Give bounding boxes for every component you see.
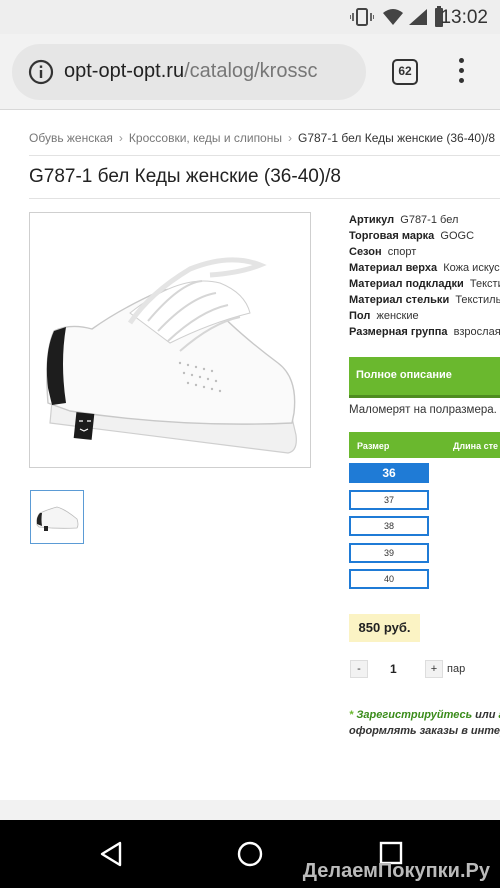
asterisk: * [349, 709, 354, 721]
size-table-header: Размер Длина сте [349, 432, 500, 458]
url-path: /catalog/krossc [184, 60, 318, 82]
breadcrumb-link[interactable]: Кроссовки, кеды и слипоны [129, 131, 282, 145]
breadcrumb-separator: › [118, 131, 123, 145]
breadcrumb: Обувь женская › Кроссовки, кеды и слипоны ›… [29, 131, 495, 145]
browser-toolbar: opt-opt-opt.ru/catalog/krossc 62 [0, 34, 500, 110]
spec-row: Пол женские [349, 308, 500, 324]
size-option[interactable]: 40 [349, 569, 429, 589]
register-or-text: или [475, 709, 496, 721]
breadcrumb-link[interactable]: Обувь женская [29, 131, 113, 145]
divider [29, 155, 500, 156]
full-description-button[interactable]: Полное описание [349, 357, 500, 395]
spec-value: GOGC [440, 230, 475, 242]
sneaker-image [46, 257, 297, 454]
register-link[interactable]: Зарегистрируйтесь [356, 709, 472, 721]
screen: 13:02 opt-opt-opt.ru/catalog/krossc 62 О… [0, 0, 500, 888]
spec-row: Материал стельки Текстиль [349, 292, 500, 308]
product-thumbnail[interactable] [30, 490, 84, 544]
price-badge: 850 руб. [349, 614, 420, 642]
url-domain: opt-opt-opt.ru [64, 60, 185, 82]
quantity-unit: пар [447, 663, 466, 675]
spec-value: Кожа искуссс [443, 262, 500, 274]
size-option[interactable]: 38 [349, 516, 429, 536]
page-title: G787-1 бел Кеды женские (36-40)/8 [29, 166, 341, 187]
spec-value: спорт [387, 246, 417, 258]
quantity-decrease-button[interactable]: - [350, 660, 368, 678]
wifi-icon [383, 9, 403, 25]
size-column-header: Размер [357, 441, 390, 451]
spec-row: Торговая марка GOGC [349, 228, 500, 244]
spec-label: Артикул [349, 214, 395, 226]
page-bottom-strip [0, 800, 500, 820]
spec-label: Пол [349, 310, 371, 322]
tab-switcher-button[interactable]: 62 [392, 59, 418, 85]
spec-value: Текстиль [469, 278, 500, 290]
product-image[interactable] [29, 212, 311, 468]
register-notice: * Зарегистрируйтесь или ав оформлять зак… [349, 707, 500, 739]
spec-label: Материал верха [349, 262, 438, 274]
watermark: ДелаемПокупки.Ру [302, 860, 490, 882]
size-option[interactable]: 39 [349, 543, 429, 563]
spec-value: G787-1 бел [400, 214, 459, 226]
home-icon[interactable] [236, 840, 264, 868]
spec-row: Артикул G787-1 бел [349, 212, 500, 228]
system-nav-bar: ДелаемПокупки.Ру [0, 820, 500, 888]
breadcrumb-separator: › [288, 131, 292, 145]
address-bar[interactable]: opt-opt-opt.ru/catalog/krossc [12, 44, 366, 100]
divider [29, 198, 500, 199]
spec-value: женские [376, 310, 419, 322]
back-icon[interactable] [98, 840, 124, 868]
quantity-increase-button[interactable]: + [425, 660, 443, 678]
breadcrumb-current: G787-1 бел Кеды женские (36-40)/8 [298, 131, 496, 145]
menu-button[interactable] [454, 58, 468, 88]
quantity-input[interactable]: 1 [390, 662, 397, 676]
web-page: Обувь женская › Кроссовки, кеды и слипоны ›… [0, 110, 500, 800]
spec-row: Сезон спорт [349, 244, 500, 260]
signal-icon [409, 9, 427, 25]
size-option[interactable]: 36 [349, 463, 429, 483]
info-icon[interactable] [28, 59, 54, 85]
product-note: Маломерят на полразмера. [349, 404, 497, 416]
spec-label: Размерная группа [349, 326, 448, 338]
spec-label: Торговая марка [349, 230, 435, 242]
spec-value: Текстиль [455, 294, 500, 306]
spec-value: взрослая [453, 326, 500, 338]
spec-row: Материал верха Кожа искуссс [349, 260, 500, 276]
divider [349, 395, 500, 398]
status-bar: 13:02 [0, 0, 500, 34]
spec-label: Сезон [349, 246, 382, 258]
vibrate-icon [350, 8, 374, 26]
length-column-header: Длина сте [453, 441, 499, 451]
url-text[interactable]: opt-opt-opt.ru/catalog/krossc [64, 60, 317, 83]
spec-row: Материал подкладки Текстиль [349, 276, 500, 292]
spec-label: Материал подкладки [349, 278, 464, 290]
size-option[interactable]: 37 [349, 490, 429, 510]
clock: 13:02 [440, 7, 488, 28]
spec-row: Размерная группа взрослая [349, 324, 500, 340]
product-specs: Артикул G787-1 бел Торговая марка GOGC С… [349, 212, 500, 340]
sneaker-thumbnail-image [36, 506, 79, 531]
register-notice-line2: оформлять заказы в интер [349, 725, 500, 737]
spec-label: Материал стельки [349, 294, 450, 306]
